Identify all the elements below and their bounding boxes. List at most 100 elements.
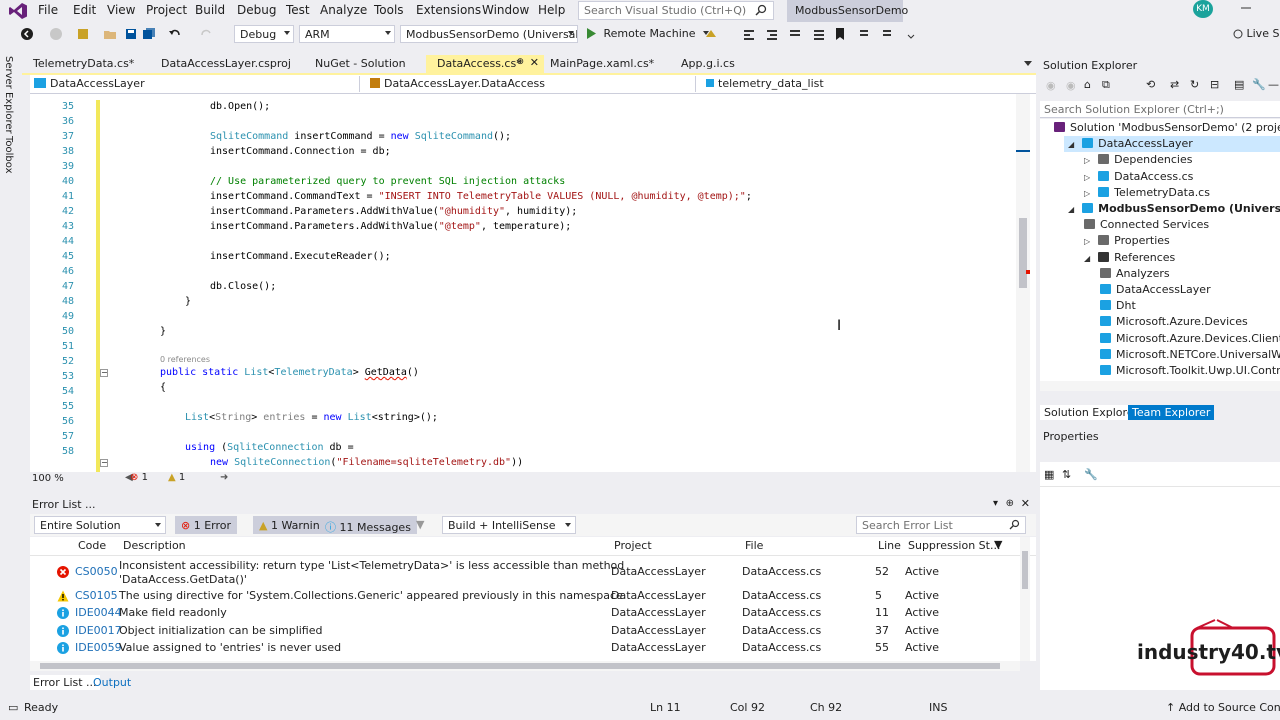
undo-icon[interactable]	[168, 27, 182, 41]
save-all-icon[interactable]	[142, 27, 156, 41]
menu-window[interactable]: Window	[482, 3, 529, 17]
close-icon[interactable]: ✕	[1021, 497, 1030, 510]
tab-dataaccesslayer-csproj[interactable]: DataAccessLayer.csproj	[150, 55, 302, 73]
start-debugging-button[interactable]: Remote Machine	[586, 27, 709, 40]
project-dropdown[interactable]: DataAccessLayer	[30, 76, 360, 92]
tree-node[interactable]: Connected Services	[1084, 217, 1209, 233]
build-filter-dropdown[interactable]: Build + IntelliSense	[442, 516, 576, 534]
toolbox-tab[interactable]: Toolbox	[3, 136, 14, 174]
collapse-arrow-icon[interactable]: ◢	[1068, 205, 1074, 214]
startup-project-dropdown[interactable]: ModbusSensorDemo (Universal Wi	[400, 25, 578, 43]
menu-project[interactable]: Project	[146, 3, 187, 17]
tab-nuget-solution[interactable]: NuGet - Solution	[304, 55, 417, 73]
tree-node[interactable]: Analyzers	[1100, 266, 1170, 282]
error-code-link[interactable]: CS0105	[75, 589, 118, 602]
bookmark-next-icon[interactable]	[881, 27, 895, 41]
tree-node[interactable]: ◢ DataAccessLayer	[1064, 136, 1280, 153]
error-list-row[interactable]: IDE0059 Value assigned to 'entries' is ne…	[30, 641, 1036, 658]
tab-mainpage-xaml-cs[interactable]: MainPage.xaml.cs*	[539, 55, 665, 73]
tab-app-g-i-cs[interactable]: App.g.i.cs	[670, 55, 746, 73]
tree-node[interactable]: ▷ TelemetryData.cs	[1084, 185, 1210, 201]
tree-node[interactable]: Microsoft.Azure.Devices.Client	[1100, 331, 1280, 347]
collapse-region-icon[interactable]: −	[100, 369, 108, 377]
collapse-all-icon[interactable]: ⊟	[1210, 78, 1219, 91]
toolbar-overflow-icon[interactable]	[904, 27, 918, 41]
menu-debug[interactable]: Debug	[237, 3, 276, 17]
forward-icon[interactable]	[49, 27, 63, 41]
back-icon[interactable]: ◉	[1046, 79, 1056, 92]
step-icon[interactable]	[742, 27, 756, 41]
minimize-icon[interactable]	[1240, 3, 1254, 13]
tree-node[interactable]: ◢ References	[1084, 250, 1175, 266]
menu-edit[interactable]: Edit	[73, 3, 96, 17]
column-header-line[interactable]: Line	[878, 539, 901, 552]
editor-vertical-scrollbar[interactable]	[1016, 94, 1030, 472]
solution-configuration-dropdown[interactable]: Debug	[234, 25, 294, 43]
tree-node[interactable]: Microsoft.Azure.Devices	[1100, 314, 1248, 330]
refresh-icon[interactable]: ↻	[1190, 78, 1199, 91]
collapse-arrow-icon[interactable]: ◢	[1068, 140, 1074, 149]
column-header-project[interactable]: Project	[614, 539, 652, 552]
error-list-row[interactable]: CS0050 Inconsistent accessibility: return…	[30, 559, 1036, 589]
pin-icon[interactable]: ⊕	[516, 57, 524, 67]
column-header-suppression[interactable]: Suppression St...	[908, 539, 1000, 552]
menu-analyze[interactable]: Analyze	[320, 3, 367, 17]
tab-output[interactable]: Output	[90, 675, 134, 690]
type-dropdown[interactable]: DataAccessLayer.DataAccess	[366, 76, 696, 92]
error-code-link[interactable]: CS0050	[75, 565, 118, 578]
error-list-row[interactable]: IDE0044 Make field readonly DataAccessLaye…	[30, 606, 1036, 623]
error-list-search[interactable]: Search Error List	[856, 516, 1026, 534]
zoom-dropdown[interactable]: 100 %	[32, 473, 64, 484]
redo-icon[interactable]	[199, 27, 213, 41]
live-share-button[interactable]: Live Sh	[1233, 27, 1280, 40]
expand-arrow-icon[interactable]: ▷	[1084, 189, 1090, 198]
comment-icon[interactable]	[788, 27, 802, 41]
error-code-link[interactable]: IDE0044	[75, 606, 122, 619]
bookmark-icon[interactable]	[833, 27, 847, 41]
preview-icon[interactable]: —	[1268, 78, 1279, 91]
error-list-horizontal-scrollbar[interactable]	[30, 661, 1020, 671]
scrollbar-thumb[interactable]	[1022, 551, 1028, 589]
properties-icon[interactable]: 🔧	[1252, 78, 1266, 91]
code-editor[interactable]: 35 36 37 38 39 40 41 42 43 44 45 46 47 48 49 50 51 52 53 54…	[30, 94, 1036, 472]
align-icon[interactable]	[765, 27, 779, 41]
scope-dropdown[interactable]: Entire Solution	[34, 516, 166, 534]
tree-node[interactable]: Solution 'ModbusSensorDemo' (2 projects)	[1054, 120, 1280, 136]
save-icon[interactable]	[124, 27, 138, 41]
member-dropdown[interactable]: telemetry_data_list	[702, 76, 1032, 92]
menu-file[interactable]: File	[38, 3, 58, 17]
tree-node[interactable]: DataAccessLayer	[1100, 282, 1211, 298]
error-code-link[interactable]: IDE0017	[75, 624, 122, 637]
tab-dataaccess-cs[interactable]: DataAccess.cs* ⊕ ✕	[426, 55, 544, 73]
tree-node[interactable]: Microsoft.Toolkit.Uwp.UI.Controls	[1100, 363, 1280, 379]
menu-tools[interactable]: Tools	[374, 3, 404, 17]
uncomment-icon[interactable]	[812, 27, 826, 41]
dropdown-icon[interactable]: ▾	[993, 498, 998, 509]
sync-icon[interactable]: ⇄	[1170, 78, 1179, 91]
solution-explorer-search[interactable]: Search Solution Explorer (Ctrl+;)	[1040, 101, 1280, 118]
scrollbar-thumb[interactable]	[40, 663, 1000, 669]
column-header-file[interactable]: File	[745, 539, 763, 552]
server-explorer-tab[interactable]: Server Explorer	[3, 56, 14, 134]
column-header-code[interactable]: Code	[78, 539, 106, 552]
alphabetical-icon[interactable]: ⇅	[1062, 468, 1071, 481]
error-list-scrollbar[interactable]	[1020, 537, 1030, 661]
tree-horizontal-scrollbar[interactable]	[1040, 381, 1280, 391]
errors-filter-button[interactable]: ⊗ 1 Error	[175, 516, 238, 534]
collapse-region-icon[interactable]: −	[100, 459, 108, 467]
navigate-forward-icon[interactable]: ➜	[220, 472, 228, 483]
error-list-row[interactable]: CS0105 The using directive for 'System.Co…	[30, 589, 1036, 606]
error-code-link[interactable]: IDE0059	[75, 641, 122, 654]
menu-help[interactable]: Help	[538, 3, 565, 17]
back-icon[interactable]	[20, 27, 34, 41]
messages-filter-button[interactable]: ⓘ 11 Messages	[319, 516, 417, 534]
tree-node[interactable]: ◢ ModbusSensorDemo (Universal Windows)	[1068, 201, 1280, 217]
scrollbar-thumb[interactable]	[1019, 218, 1027, 288]
close-icon[interactable]: ✕	[530, 56, 539, 69]
avatar[interactable]: KM	[1193, 0, 1213, 18]
menu-test[interactable]: Test	[286, 3, 310, 17]
visual-studio-logo-icon[interactable]	[8, 2, 30, 20]
search-box[interactable]: Search Visual Studio (Ctrl+Q)	[578, 1, 774, 20]
collapse-arrow-icon[interactable]: ◢	[1084, 254, 1090, 263]
tree-node[interactable]: ▷ Dependencies	[1084, 152, 1192, 168]
